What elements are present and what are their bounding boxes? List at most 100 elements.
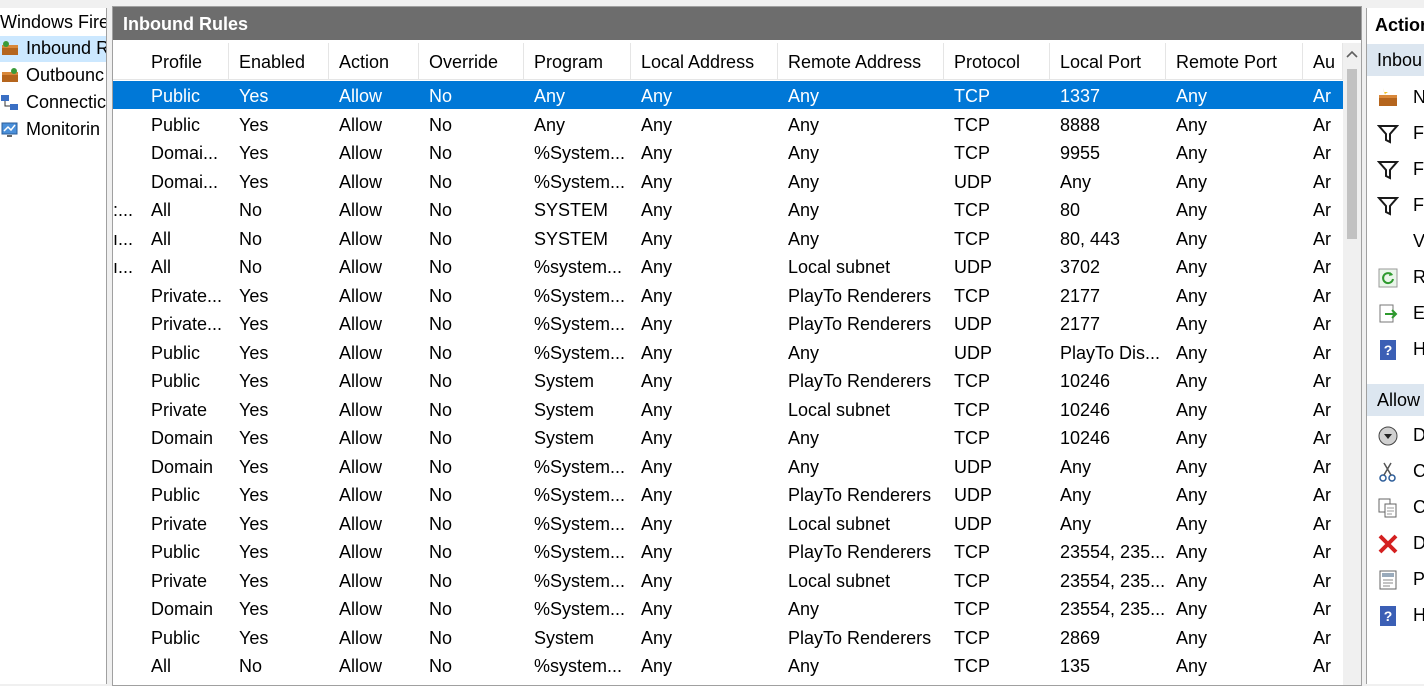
cell-action: Allow <box>339 200 383 220</box>
action-item[interactable]: Fi <box>1367 116 1424 152</box>
actions-section-allow[interactable]: Allow <box>1367 384 1424 416</box>
column-header-action[interactable]: Action <box>329 43 419 79</box>
action-item[interactable]: ?H <box>1367 598 1424 634</box>
table-row[interactable]: Domain Yes Allow No %System... Any Any UDP Any An… <box>113 452 1343 480</box>
table-row[interactable]: Private Yes Allow No %System... Any Local subn… <box>113 566 1343 594</box>
action-item[interactable]: R <box>1367 260 1424 296</box>
cell-program: Any <box>534 86 566 106</box>
cell-remote-address: Local subnet <box>788 399 891 420</box>
action-item[interactable]: D <box>1367 526 1424 562</box>
cell-local-port: Any <box>1060 513 1092 534</box>
column-header-override[interactable]: Override <box>419 43 524 79</box>
table-row[interactable]: Domai... Yes Allow No %System... Any Any UDP Any… <box>113 167 1343 195</box>
column-header-local-port[interactable]: Local Port <box>1050 43 1166 79</box>
table-row[interactable]: Domain Yes Allow No System Any Any TCP 10246 Any A… <box>113 423 1343 451</box>
column-header-enabled[interactable]: Enabled <box>229 43 329 79</box>
table-row[interactable]: Private... Yes Allow No %System... Any PlayTo … <box>113 281 1343 309</box>
column-header-au[interactable]: Au <box>1303 43 1343 79</box>
action-item[interactable]: Fi <box>1367 152 1424 188</box>
cell-local-address: Any <box>641 143 673 163</box>
cell-profile: Private... <box>151 285 223 306</box>
column-header-remote-address[interactable]: Remote Address <box>778 43 944 79</box>
tree-root-label[interactable]: Windows Fire <box>0 12 106 33</box>
column-header-program[interactable]: Program <box>524 43 631 79</box>
cell-action: Allow <box>339 228 383 249</box>
cell-au: Ar <box>1313 627 1331 648</box>
cell-remote-address: Any <box>788 171 820 192</box>
cell-remote-address: PlayTo Renderers <box>788 285 932 306</box>
table-row[interactable]: Public Yes Allow No Any Any Any TCP 8888 Any Ar <box>113 110 1343 138</box>
actions-section-inbound[interactable]: Inbou <box>1367 44 1424 76</box>
cell-local-address: Any <box>641 200 673 220</box>
cell-program: %System... <box>534 143 626 163</box>
action-item[interactable]: C <box>1367 454 1424 490</box>
cell-override: No <box>429 599 453 619</box>
table-row[interactable]: ı... All No Allow No %system... Any Local subne… <box>113 252 1343 280</box>
vertical-scrollbar[interactable] <box>1343 43 1361 685</box>
cell-action: Allow <box>339 399 383 420</box>
action-item[interactable]: Fi <box>1367 188 1424 224</box>
table-row[interactable]: Private... Yes Allow No %System... Any PlayTo … <box>113 309 1343 337</box>
tree-item-outbound-rules[interactable]: Outbounc <box>0 63 106 89</box>
table-row[interactable]: Domai... Yes Allow No %System... Any Any TCP 995… <box>113 138 1343 166</box>
tree-item-inbound-rules[interactable]: Inbound R <box>0 36 106 62</box>
cell-local-port: 23554, 235... <box>1060 542 1166 562</box>
cell-remote-port: Any <box>1176 228 1208 249</box>
table-row[interactable]: Private Yes Allow No %System... Any Local subn… <box>113 509 1343 537</box>
cell-local-port: 135 <box>1060 656 1091 676</box>
cell-remote-port: Any <box>1176 342 1208 363</box>
cell-remote-address: PlayTo Renderers <box>788 542 932 562</box>
table-row[interactable]: :... All No Allow No SYSTEM Any Any TCP 80 Any Ar <box>113 195 1343 223</box>
table-row[interactable]: Public Yes Allow No %System... Any Any UDP PlayT… <box>113 338 1343 366</box>
column-header-protocol[interactable]: Protocol <box>944 43 1050 79</box>
tree-item-monitoring[interactable]: Monitorin <box>0 117 106 143</box>
cell-action: Allow <box>339 257 383 277</box>
table-row[interactable]: Domain Yes Allow No %System... Any Any TCP 23554… <box>113 594 1343 622</box>
table-row[interactable]: Public Yes Allow No System Any PlayTo Renderer… <box>113 623 1343 651</box>
cell-action: Allow <box>339 428 383 448</box>
cell-override: No <box>429 342 453 363</box>
cell-enabled: No <box>239 228 263 249</box>
table-row[interactable]: ı... All No Allow No SYSTEM Any Any TCP 80, 443 An… <box>113 224 1343 252</box>
rule-name-cell: :... <box>113 200 134 220</box>
cell-local-address: Any <box>641 285 673 306</box>
action-item[interactable]: N <box>1367 80 1424 116</box>
cell-remote-address: Any <box>788 599 820 619</box>
column-header-profile[interactable]: Profile <box>141 43 229 79</box>
scrollbar-thumb[interactable] <box>1347 69 1357 239</box>
table-row[interactable]: All No Allow No %system... Any Any TCP 135 Any Ar <box>113 651 1343 679</box>
cell-local-address: Any <box>641 371 673 391</box>
table-row[interactable]: Public Yes Allow No %System... Any PlayTo Rend… <box>113 480 1343 508</box>
cell-override: No <box>429 228 453 249</box>
cell-enabled: Yes <box>239 513 269 534</box>
cell-au: Ar <box>1313 285 1331 306</box>
action-item[interactable]: V <box>1367 224 1424 260</box>
cell-program: %System... <box>534 513 626 534</box>
scroll-up-arrow-icon[interactable] <box>1346 49 1358 61</box>
cell-remote-address: PlayTo Renderers <box>788 627 932 648</box>
cell-action: Allow <box>339 171 383 192</box>
cell-local-port: 2869 <box>1060 627 1101 648</box>
tree-item-connection-security[interactable]: Connectic <box>0 90 106 116</box>
table-row[interactable]: Public Yes Allow No Any Any Any TCP 1337 Any Ar <box>113 81 1343 109</box>
cell-remote-port: Any <box>1176 314 1208 334</box>
action-item[interactable]: P <box>1367 562 1424 598</box>
action-item[interactable]: ?H <box>1367 332 1424 368</box>
action-item[interactable]: E: <box>1367 296 1424 332</box>
copy-icon <box>1377 497 1399 519</box>
cell-enabled: No <box>239 656 263 676</box>
action-item[interactable]: D <box>1367 418 1424 454</box>
cell-local-address: Any <box>641 171 673 192</box>
cell-local-address: Any <box>641 428 673 448</box>
column-header-remote-port[interactable]: Remote Port <box>1166 43 1303 79</box>
table-row[interactable]: Private Yes Allow No System Any Local subnet TC… <box>113 395 1343 423</box>
action-item[interactable]: C <box>1367 490 1424 526</box>
column-header-local-address[interactable]: Local Address <box>631 43 778 79</box>
cell-protocol: UDP <box>954 171 993 192</box>
cell-override: No <box>429 257 453 277</box>
cell-action: Allow <box>339 456 383 477</box>
cell-remote-port: Any <box>1176 257 1208 277</box>
table-row[interactable]: Public Yes Allow No %System... Any PlayTo Rend… <box>113 537 1343 565</box>
cell-remote-address: Any <box>788 656 820 676</box>
table-row[interactable]: Public Yes Allow No System Any PlayTo Renderer… <box>113 366 1343 394</box>
